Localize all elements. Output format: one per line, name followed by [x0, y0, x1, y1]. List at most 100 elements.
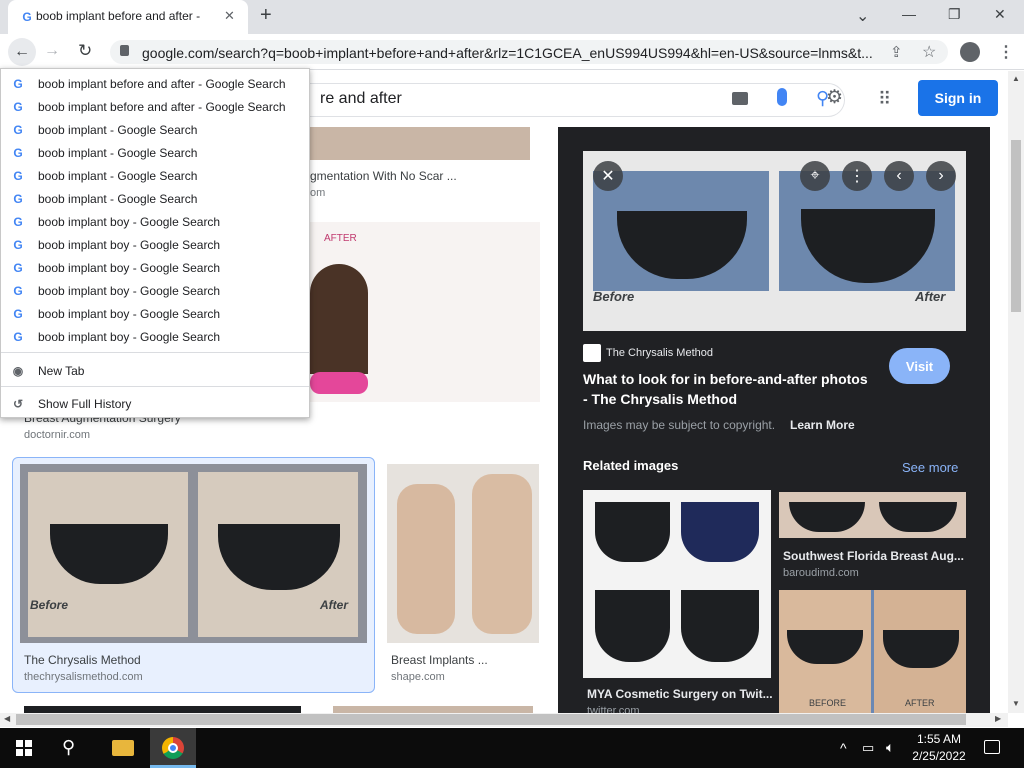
file-explorer-icon[interactable]: [112, 740, 134, 756]
related-1-title[interactable]: MYA Cosmetic Surgery on Twit...: [587, 687, 773, 701]
profile-avatar-icon[interactable]: [960, 42, 980, 62]
result-image-5[interactable]: [24, 706, 301, 713]
visit-button[interactable]: Visit: [889, 348, 950, 384]
minimize-button[interactable]: —: [902, 6, 916, 22]
horizontal-scroll-thumb[interactable]: [16, 714, 966, 725]
close-panel-icon[interactable]: ✕: [593, 161, 623, 191]
new-tab-button[interactable]: +: [260, 4, 272, 27]
learn-more-link[interactable]: Learn More: [790, 418, 855, 432]
volume-icon[interactable]: 🔈︎: [886, 739, 894, 756]
see-more-link[interactable]: See more: [902, 460, 958, 475]
panel-title[interactable]: What to look for in before-and-after pho…: [583, 369, 873, 409]
lens-search-icon[interactable]: ⌖: [800, 161, 830, 191]
more-options-icon[interactable]: ⋮: [842, 161, 872, 191]
related-2-source: baroudimd.com: [783, 567, 859, 579]
result-image-6[interactable]: [333, 706, 533, 713]
history-item[interactable]: Gboob implant - Google Search: [1, 118, 309, 141]
apps-grid-icon[interactable]: ⠿: [878, 89, 892, 110]
after-label: AFTER: [324, 233, 357, 244]
related-1-top-right: [681, 502, 759, 562]
close-window-button[interactable]: ✕: [994, 6, 1006, 23]
history-item[interactable]: Gboob implant boy - Google Search: [1, 302, 309, 325]
chrome-icon: [162, 737, 184, 759]
person-1: [397, 484, 455, 634]
windows-start-icon[interactable]: [16, 740, 32, 756]
scroll-left-arrow-icon[interactable]: ◀: [4, 714, 10, 723]
scroll-down-arrow-icon[interactable]: ▼: [1012, 699, 1020, 708]
forward-button[interactable]: →: [44, 42, 60, 60]
clock-date[interactable]: 2/25/2022: [910, 749, 968, 763]
google-favicon-icon: G: [22, 10, 32, 24]
history-item[interactable]: Gboob implant - Google Search: [1, 141, 309, 164]
url-text[interactable]: google.com/search?q=boob+implant+before+…: [142, 45, 876, 61]
scroll-right-arrow-icon[interactable]: ▶: [995, 714, 1001, 723]
result-1-title[interactable]: gmentation With No Scar ...: [310, 169, 490, 183]
related-3-before-label: BEFORE: [809, 698, 847, 708]
dropdown-divider: [1, 352, 309, 353]
sign-in-button[interactable]: Sign in: [918, 80, 998, 116]
google-favicon-icon: G: [13, 237, 23, 252]
history-item[interactable]: Gboob implant before and after - Google …: [1, 95, 309, 118]
result-image-3[interactable]: Before After: [20, 464, 367, 643]
history-item[interactable]: Gboob implant boy - Google Search: [1, 279, 309, 302]
related-2-title[interactable]: Southwest Florida Breast Aug...: [783, 549, 964, 563]
person-2: [472, 474, 532, 634]
back-button[interactable]: ←: [8, 38, 36, 66]
before-label: Before: [30, 598, 69, 612]
preview-after-label: After: [915, 289, 946, 304]
history-item[interactable]: Gboob implant boy - Google Search: [1, 325, 309, 348]
chrome-icon: ◉: [12, 363, 24, 378]
history-item[interactable]: Gboob implant boy - Google Search: [1, 256, 309, 279]
related-1-bottom-right: [681, 590, 759, 662]
vertical-scroll-thumb[interactable]: [1011, 140, 1021, 312]
restore-button[interactable]: ❐: [948, 6, 961, 23]
panel-site-name[interactable]: The Chrysalis Method: [606, 347, 713, 359]
new-tab-item[interactable]: ◉ New Tab: [1, 359, 309, 382]
result-4-title[interactable]: Breast Implants ...: [391, 653, 488, 667]
related-image-3[interactable]: BEFORE AFTER: [779, 590, 966, 713]
result-image-1[interactable]: [310, 127, 530, 160]
cartoon-bikini: [310, 372, 368, 394]
tab-close-icon[interactable]: ✕: [224, 8, 235, 24]
scroll-up-arrow-icon[interactable]: ▲: [1012, 74, 1020, 83]
related-image-2[interactable]: [779, 492, 966, 538]
search-input[interactable]: re and after: [320, 90, 402, 108]
history-item[interactable]: Gboob implant - Google Search: [1, 164, 309, 187]
next-image-icon[interactable]: ›: [926, 161, 956, 191]
history-item[interactable]: Gboob implant - Google Search: [1, 187, 309, 210]
result-1-source: om: [310, 187, 326, 199]
result-2-source: doctornir.com: [24, 429, 91, 441]
camera-search-icon[interactable]: [732, 92, 748, 105]
share-icon[interactable]: ⇪: [890, 43, 903, 61]
history-item[interactable]: Gboob implant boy - Google Search: [1, 210, 309, 233]
result-image-2[interactable]: AFTER: [310, 222, 540, 402]
settings-gear-icon[interactable]: ⚙: [826, 86, 843, 109]
search-taskbar-icon[interactable]: ⚲: [62, 737, 75, 758]
google-favicon-icon: G: [13, 306, 23, 321]
history-clock-icon: ↺: [12, 396, 24, 411]
after-label: After: [320, 598, 349, 612]
google-favicon-icon: G: [13, 122, 23, 137]
tab-title: boob implant before and after -: [36, 9, 201, 23]
related-images-heading: Related images: [583, 458, 679, 473]
chrome-menu-icon[interactable]: ⋮: [998, 42, 1014, 62]
voice-search-icon[interactable]: [777, 88, 787, 106]
show-hidden-icons-icon[interactable]: ^: [840, 740, 847, 756]
history-item[interactable]: Gboob implant boy - Google Search: [1, 233, 309, 256]
result-image-4[interactable]: [387, 464, 539, 643]
result-3-title[interactable]: The Chrysalis Method: [24, 653, 141, 667]
google-favicon-icon: G: [13, 214, 23, 229]
history-item[interactable]: Gboob implant before and after - Google …: [1, 72, 309, 95]
dropdown-divider: [1, 386, 309, 387]
cartoon-hair: [310, 264, 368, 374]
copyright-notice: Images may be subject to copyright.: [583, 418, 776, 432]
network-icon[interactable]: ▭: [862, 740, 874, 756]
notifications-icon[interactable]: [984, 740, 1000, 754]
reload-button[interactable]: ↻: [78, 41, 92, 61]
clock-time[interactable]: 1:55 AM: [914, 732, 964, 746]
show-full-history-item[interactable]: ↺ Show Full History: [1, 392, 309, 415]
related-image-1[interactable]: [583, 490, 771, 678]
tab-search-icon[interactable]: ⌄: [856, 6, 869, 26]
previous-image-icon[interactable]: ‹: [884, 161, 914, 191]
bookmark-star-icon[interactable]: ☆: [922, 42, 936, 62]
